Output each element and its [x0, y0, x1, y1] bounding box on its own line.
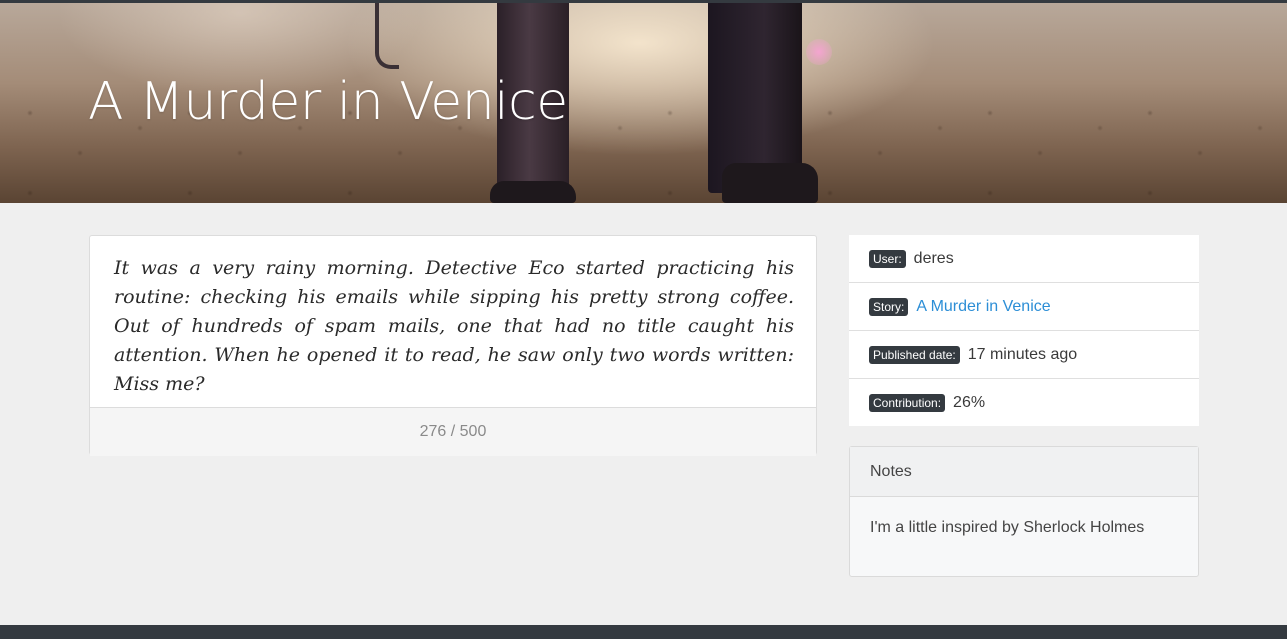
hero-strap-shape — [375, 3, 399, 69]
contribution-badge: Contribution: — [869, 393, 946, 412]
meta-row-user: User: deres — [849, 235, 1199, 283]
story-badge: Story: — [869, 297, 909, 316]
user-badge: User: — [869, 249, 906, 268]
notes-card: Notes I'm a little inspired by Sherlock … — [849, 446, 1199, 577]
story-meta-list: User: deres Story: A Murder in Venice Pu… — [849, 235, 1199, 426]
story-card: It was a very rainy morning. Detective E… — [89, 235, 817, 456]
story-text: It was a very rainy morning. Detective E… — [114, 257, 794, 395]
hero-shoe-left — [490, 181, 576, 203]
page-title: A Murder in Venice — [88, 72, 568, 132]
notes-content: I'm a little inspired by Sherlock Holmes — [870, 519, 1145, 536]
hero-banner: A Murder in Venice — [0, 3, 1287, 203]
user-value: deres — [913, 249, 954, 267]
contribution-value: 26% — [953, 393, 986, 411]
meta-row-contribution: Contribution: 26% — [849, 379, 1199, 426]
hero-shoe-right — [722, 163, 818, 203]
story-link[interactable]: A Murder in Venice — [916, 298, 1050, 316]
meta-row-published: Published date: 17 minutes ago — [849, 331, 1199, 379]
published-value: 17 minutes ago — [967, 345, 1078, 363]
hero-light-flare — [806, 39, 832, 65]
meta-row-story: Story: A Murder in Venice — [849, 283, 1199, 331]
published-badge: Published date: — [869, 345, 960, 364]
character-count: 276 / 500 — [90, 407, 816, 456]
page-footer — [0, 625, 1287, 639]
notes-header: Notes — [850, 447, 1198, 497]
